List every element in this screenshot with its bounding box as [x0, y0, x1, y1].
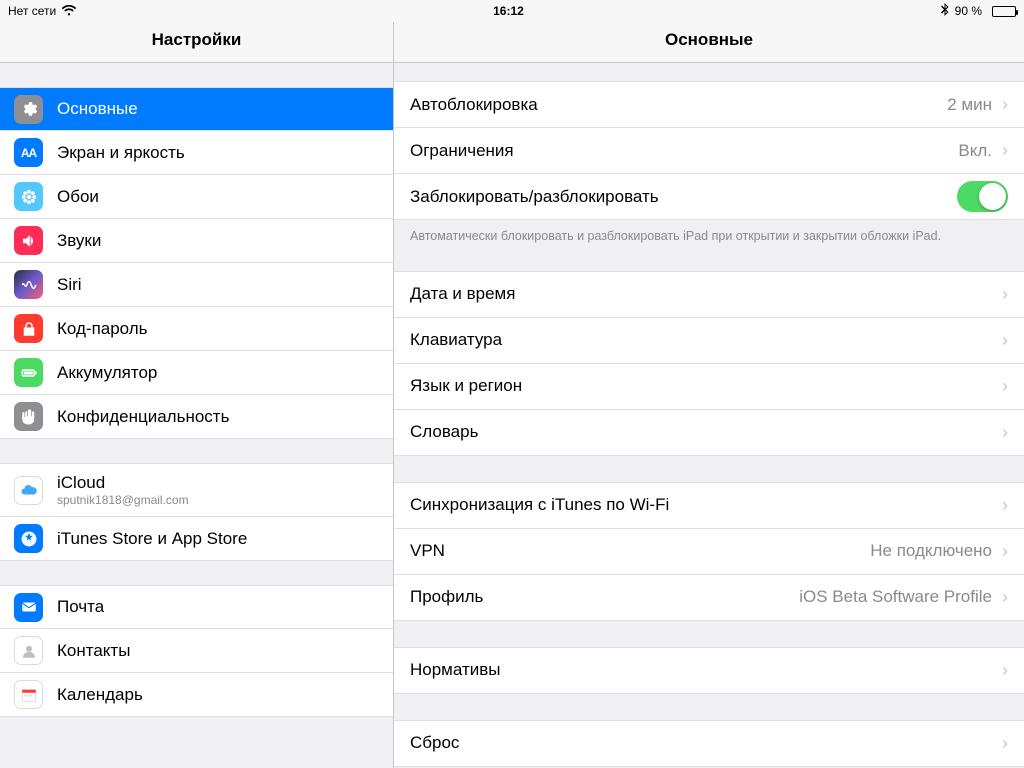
chevron-right-icon: ›: [1002, 422, 1008, 443]
chevron-right-icon: ›: [1002, 376, 1008, 397]
toggle-lockunlock[interactable]: [957, 181, 1008, 212]
detail-row-langreg[interactable]: Язык и регион›: [394, 364, 1024, 410]
sidebar-item-label: Код-пароль: [57, 319, 148, 339]
calendar-icon: [14, 680, 43, 709]
sidebar-item-mail[interactable]: Почта: [0, 585, 393, 629]
sidebar: Настройки Основные AA Экран и яркость Обои З…: [0, 22, 394, 768]
bluetooth-icon: [941, 3, 949, 19]
detail-row-regulatory[interactable]: Нормативы›: [394, 648, 1024, 694]
chevron-right-icon: ›: [1002, 94, 1008, 115]
detail-row-value: Вкл.: [958, 141, 992, 161]
detail-row-label: Заблокировать/разблокировать: [410, 187, 957, 207]
status-bar: Нет сети 16:12 90 %: [0, 0, 1024, 22]
detail-row-label: Автоблокировка: [410, 95, 947, 115]
detail-row-vpn[interactable]: VPNНе подключено ›: [394, 529, 1024, 575]
detail-row-label: Дата и время: [410, 284, 1002, 304]
detail-row-value: Не подключено: [870, 541, 992, 561]
battery-icon: [14, 358, 43, 387]
detail-row-label: Нормативы: [410, 660, 1002, 680]
detail-row-label: Синхронизация с iTunes по Wi-Fi: [410, 495, 1002, 515]
sidebar-item-label: Почта: [57, 597, 104, 617]
chevron-right-icon: ›: [1002, 495, 1008, 516]
detail-row-reset[interactable]: Сброс›: [394, 721, 1024, 767]
sidebar-item-label: Звуки: [57, 231, 101, 251]
detail-row-itunessync[interactable]: Синхронизация с iTunes по Wi-Fi›: [394, 483, 1024, 529]
chevron-right-icon: ›: [1002, 733, 1008, 754]
chevron-right-icon: ›: [1002, 140, 1008, 161]
detail-scroll[interactable]: Автоблокировка2 мин › ОграниченияВкл. › Забл…: [394, 63, 1024, 768]
sidebar-item-label: Основные: [57, 99, 138, 119]
detail-row-value: 2 мин: [947, 95, 992, 115]
sidebar-item-label: Календарь: [57, 685, 143, 705]
sidebar-item-label: Экран и яркость: [57, 143, 185, 163]
detail-row-lockunlock[interactable]: Заблокировать/разблокировать: [394, 174, 1024, 220]
flower-icon: [14, 182, 43, 211]
a-a-icon: AA: [14, 138, 43, 167]
status-time: 16:12: [493, 4, 524, 18]
detail-row-profile[interactable]: ПрофильiOS Beta Software Profile ›: [394, 575, 1024, 621]
sidebar-item-wallpaper[interactable]: Обои: [0, 175, 393, 219]
detail-row-label: Словарь: [410, 422, 1002, 442]
detail-row-dict[interactable]: Словарь›: [394, 410, 1024, 456]
chevron-right-icon: ›: [1002, 330, 1008, 351]
sidebar-item-sounds[interactable]: Звуки: [0, 219, 393, 263]
detail-row-label: Клавиатура: [410, 330, 1002, 350]
sidebar-item-display[interactable]: AA Экран и яркость: [0, 131, 393, 175]
detail-row-label: Ограничения: [410, 141, 958, 161]
sidebar-item-label: iCloud: [57, 473, 189, 493]
sidebar-item-label: Контакты: [57, 641, 130, 661]
sidebar-item-siri[interactable]: Siri: [0, 263, 393, 307]
sidebar-item-label: Обои: [57, 187, 99, 207]
sidebar-scroll[interactable]: Основные AA Экран и яркость Обои Звуки Siri Ко…: [0, 63, 393, 768]
lock-icon: [14, 314, 43, 343]
detail-row-label: Язык и регион: [410, 376, 1002, 396]
contact-icon: [14, 636, 43, 665]
detail-row-datetime[interactable]: Дата и время›: [394, 272, 1024, 318]
siri-icon: [14, 270, 43, 299]
battery-icon: [988, 6, 1016, 17]
battery-percentage: 90 %: [955, 4, 982, 18]
sidebar-item-privacy[interactable]: Конфиденциальность: [0, 395, 393, 439]
chevron-right-icon: ›: [1002, 541, 1008, 562]
cloud-icon: [14, 476, 43, 505]
sidebar-item-label: Siri: [57, 275, 82, 295]
wifi-icon: [62, 4, 76, 19]
detail-row-label: VPN: [410, 541, 870, 561]
hand-icon: [14, 402, 43, 431]
detail-row-label: Профиль: [410, 587, 799, 607]
sidebar-item-contacts[interactable]: Контакты: [0, 629, 393, 673]
sidebar-item-icloud[interactable]: iCloudsputnik1818@gmail.com: [0, 463, 393, 517]
sidebar-item-general[interactable]: Основные: [0, 87, 393, 131]
detail-row-restrict[interactable]: ОграниченияВкл. ›: [394, 128, 1024, 174]
detail-row-autolock[interactable]: Автоблокировка2 мин ›: [394, 82, 1024, 128]
detail-pane: Основные Автоблокировка2 мин›Ограничения…: [394, 22, 1024, 768]
sidebar-item-battery[interactable]: Аккумулятор: [0, 351, 393, 395]
mail-icon: [14, 593, 43, 622]
sidebar-item-label: iTunes Store и App Store: [57, 529, 247, 549]
detail-row-value: iOS Beta Software Profile: [799, 587, 992, 607]
sidebar-item-label: Аккумулятор: [57, 363, 157, 383]
sidebar-item-store[interactable]: iTunes Store и App Store: [0, 517, 393, 561]
chevron-right-icon: ›: [1002, 284, 1008, 305]
gear-icon: [14, 95, 43, 124]
network-status: Нет сети: [8, 4, 56, 18]
sidebar-item-passcode[interactable]: Код-пароль: [0, 307, 393, 351]
chevron-right-icon: ›: [1002, 587, 1008, 608]
sidebar-item-sublabel: sputnik1818@gmail.com: [57, 493, 189, 507]
group-footer-note: Автоматически блокировать и разблокирова…: [394, 220, 1024, 245]
sidebar-item-calendar[interactable]: Календарь: [0, 673, 393, 717]
sidebar-title: Настройки: [0, 22, 393, 63]
detail-row-label: Сброс: [410, 733, 1002, 753]
detail-title: Основные: [394, 22, 1024, 63]
chevron-right-icon: ›: [1002, 660, 1008, 681]
sidebar-item-label: Конфиденциальность: [57, 407, 229, 427]
appstore-icon: [14, 524, 43, 553]
detail-row-keyboard[interactable]: Клавиатура›: [394, 318, 1024, 364]
speaker-icon: [14, 226, 43, 255]
